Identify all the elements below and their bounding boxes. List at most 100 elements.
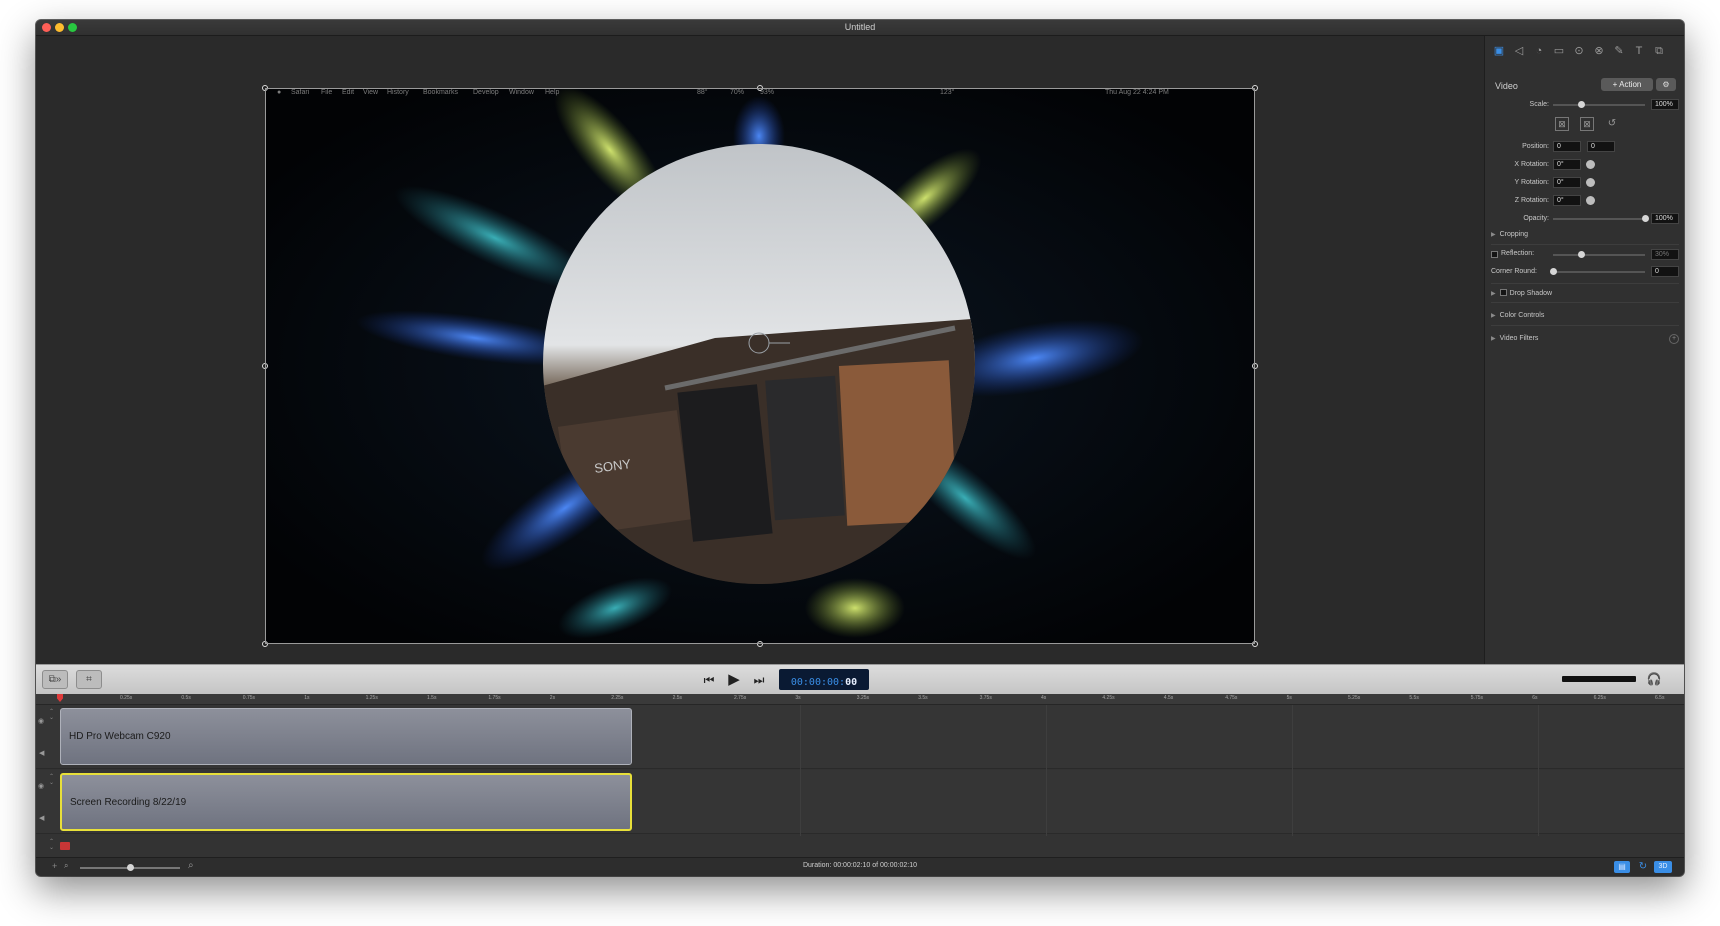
reflection-field[interactable]: 30%	[1651, 249, 1679, 260]
grid-line	[800, 705, 801, 836]
3d-badge[interactable]: 3D	[1654, 861, 1672, 873]
y-rotation-field[interactable]: 0°	[1553, 177, 1581, 188]
scale-field[interactable]: 100%	[1651, 99, 1679, 110]
cursor-icon[interactable]: ⊙	[1571, 43, 1587, 59]
fast-forward-icon: ⏭	[753, 673, 765, 687]
fit-icon[interactable]: ⊠	[1555, 117, 1569, 131]
settings-gear-icon[interactable]: ⚙	[1656, 78, 1676, 91]
rewind-button[interactable]: ⏮	[700, 671, 718, 689]
resize-handle-tr[interactable]	[1252, 85, 1258, 91]
position-y-field[interactable]: 0	[1587, 141, 1615, 152]
link-icon[interactable]: ⊗	[1591, 43, 1607, 59]
opacity-label: Opacity:	[1523, 215, 1549, 222]
screen-icon[interactable]: ▭	[1551, 43, 1567, 59]
divider	[1491, 244, 1679, 245]
track-reorder-icon[interactable]: ⌃ ⌄	[49, 774, 54, 786]
scale-label: Scale:	[1529, 101, 1549, 108]
crop-button[interactable]: ⌗	[76, 670, 102, 689]
audio-icon[interactable]: ◁	[1511, 43, 1527, 59]
resize-handle-tl[interactable]	[262, 85, 268, 91]
loop-icon[interactable]: ↻	[1636, 861, 1650, 873]
track-row: ◉ ◀ ⌃ ⌄ HD Pro Webcam C920	[36, 705, 1684, 769]
z-rotation-field[interactable]: 0°	[1553, 195, 1581, 206]
color-controls-label: Color Controls	[1499, 312, 1545, 319]
resize-handle-ml[interactable]	[262, 363, 268, 369]
annotation-icon[interactable]: ✎	[1611, 43, 1627, 59]
resize-handle-br[interactable]	[1252, 641, 1258, 647]
opacity-field[interactable]: 100%	[1651, 213, 1679, 224]
cropping-section[interactable]: ▶ Cropping	[1485, 231, 1684, 238]
add-media-button[interactable]: ⧉»	[42, 670, 68, 689]
y-rotation-dial[interactable]	[1586, 178, 1595, 187]
track-visibility-eye-icon[interactable]: ◉	[38, 717, 44, 725]
timing-icon[interactable]: ◔	[1531, 43, 1547, 59]
video-filters-section[interactable]: ▶ Video Filters	[1485, 335, 1684, 342]
scale-slider-knob[interactable]	[1577, 101, 1585, 108]
cropping-label: Cropping	[1499, 231, 1529, 238]
reflection-checkbox[interactable]	[1491, 251, 1498, 258]
ruler-tick-label: 2.5s	[672, 695, 683, 701]
drop-shadow-section[interactable]: ▶ Drop Shadow	[1485, 289, 1684, 297]
track-mute-icon[interactable]: ◀	[39, 749, 44, 757]
resize-handle-bl[interactable]	[262, 641, 268, 647]
z-rotation-dial[interactable]	[1586, 196, 1595, 205]
resize-handle-mr[interactable]	[1252, 363, 1258, 369]
ruler-tick-label: 5.75s	[1470, 695, 1484, 701]
drop-shadow-checkbox[interactable]	[1499, 289, 1507, 296]
track-mute-icon[interactable]: ◀	[39, 814, 44, 822]
preview-artwork: SONY	[265, 88, 1255, 644]
opacity-slider[interactable]	[1553, 218, 1645, 220]
menu-item: Develop	[473, 89, 499, 96]
status-item: 70%	[730, 89, 745, 96]
x-rotation-dial[interactable]	[1586, 160, 1595, 169]
fill-icon[interactable]: ⊠	[1580, 117, 1594, 131]
ruler-tick-label: 3.25s	[856, 695, 870, 701]
ruler-tick-label: 4.75s	[1225, 695, 1238, 701]
corner-round-slider[interactable]	[1553, 271, 1645, 273]
reset-icon[interactable]: ↺	[1605, 117, 1619, 131]
playhead[interactable]	[57, 694, 63, 702]
clip-webcam[interactable]: HD Pro Webcam C920	[60, 708, 632, 765]
track-reorder-icon[interactable]: ⌃ ⌄	[49, 709, 54, 721]
ruler-tick-label: 0.25s	[120, 695, 133, 701]
reflection-slider-knob[interactable]	[1577, 251, 1585, 258]
timecode-main: 00:00:00	[790, 677, 840, 688]
track-visibility-eye-icon[interactable]: ◉	[38, 782, 44, 790]
reflection-slider[interactable]	[1553, 254, 1645, 256]
opacity-slider-knob[interactable]	[1642, 215, 1649, 222]
ruler-tick-label: 2.75s	[734, 695, 747, 701]
track-reorder-icon[interactable]: ⌃ ⌄	[49, 839, 54, 851]
snapshot-icon[interactable]: ▤	[1614, 861, 1630, 873]
headphones-icon[interactable]: 🎧	[1646, 671, 1662, 687]
clip-screen-recording[interactable]: Screen Recording 8/22/19	[60, 773, 632, 831]
position-x-field[interactable]: 0	[1553, 141, 1581, 152]
ruler-tick-label: 5s	[1286, 695, 1292, 701]
scale-slider[interactable]	[1553, 104, 1645, 106]
media-icon[interactable]: ⧉	[1651, 43, 1667, 59]
disclosure-triangle-icon: ▶	[1491, 336, 1496, 342]
color-controls-section[interactable]: ▶ Color Controls	[1485, 312, 1684, 319]
corner-round-field[interactable]: 0	[1651, 266, 1679, 277]
clip-label: Screen Recording 8/22/19	[70, 797, 187, 808]
ruler-tick-label: 3s	[795, 695, 801, 701]
add-filter-icon[interactable]: +	[1669, 334, 1679, 344]
record-marker[interactable]	[60, 842, 70, 850]
grid-line	[1538, 705, 1539, 836]
video-icon[interactable]: ▣	[1491, 43, 1507, 59]
inspector-panel: ▣ ◁ ◔ ▭ ⊙ ⊗ ✎ T ⧉ Video + Action ⚙ Scale…	[1484, 36, 1684, 664]
timeline-ruler[interactable]: 0.25s 0.5s 0.75s 1s 1.25s 1.5s 1.75s 2s 2.25s 2.5…	[36, 694, 1684, 705]
corner-round-slider-knob[interactable]	[1550, 268, 1557, 275]
resize-handle-bc[interactable]	[757, 641, 763, 647]
canvas-area[interactable]: SONY ● Safari File Edit View History Boo…	[36, 36, 1484, 664]
resize-handle-tc[interactable]	[757, 85, 763, 91]
video-preview[interactable]: SONY ● Safari File Edit View History Boo…	[265, 88, 1255, 644]
clip-label: HD Pro Webcam C920	[69, 731, 171, 742]
text-icon[interactable]: T	[1631, 43, 1647, 59]
fast-forward-button[interactable]: ⏭	[750, 671, 768, 689]
action-button[interactable]: + Action	[1601, 78, 1653, 91]
ruler-tick-label: 0.5s	[181, 695, 191, 701]
play-button[interactable]: ▶	[724, 670, 744, 690]
x-rotation-field[interactable]: 0°	[1553, 159, 1581, 170]
title-bar: Untitled	[36, 20, 1684, 36]
position-label: Position:	[1522, 143, 1549, 150]
